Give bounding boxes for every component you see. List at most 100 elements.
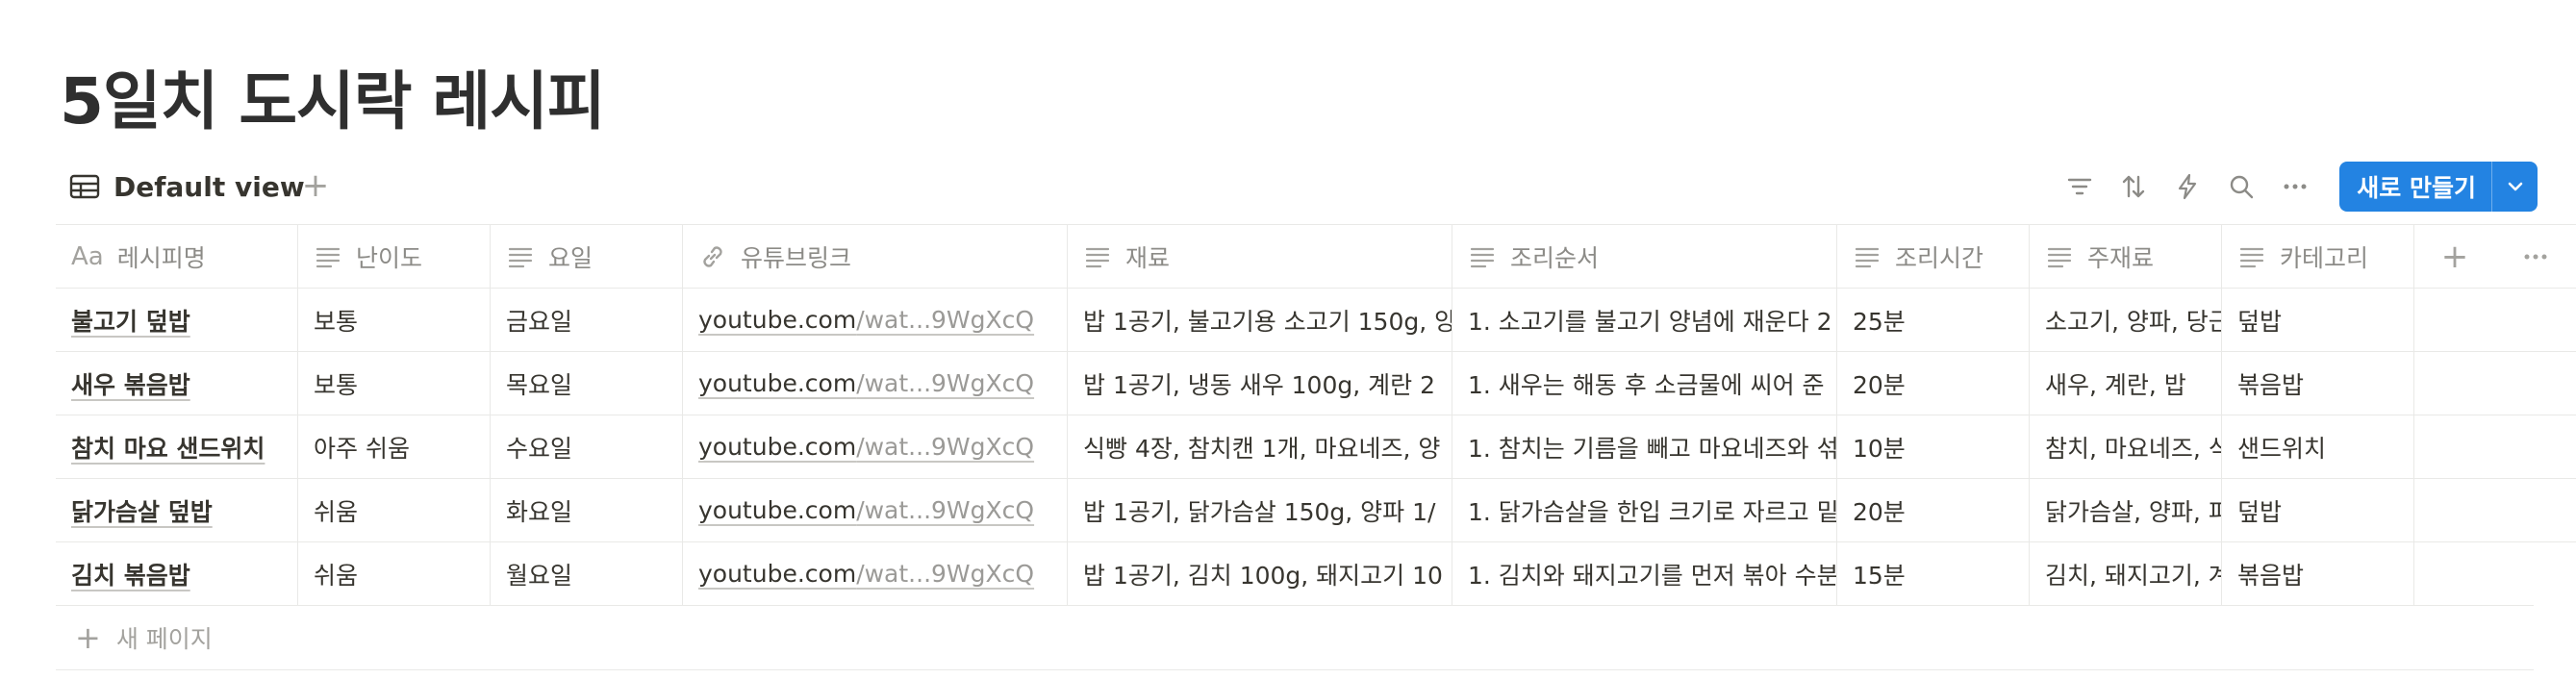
cell-difficulty[interactable]: 보통 xyxy=(298,352,491,415)
cell-ingredients[interactable]: 밥 1공기, 닭가슴살 150g, 양파 1/ xyxy=(1068,479,1452,541)
cell-recipe-name[interactable]: 새우 볶음밥 xyxy=(56,352,298,415)
cell-recipe-name[interactable]: 김치 볶음밥 xyxy=(56,542,298,605)
column-header-difficulty[interactable]: 난이도 xyxy=(298,225,491,288)
automation-button[interactable] xyxy=(2160,160,2214,214)
recipe-name[interactable]: 새우 볶음밥 xyxy=(71,366,190,401)
search-button[interactable] xyxy=(2214,160,2268,214)
link-icon xyxy=(703,245,722,267)
recipe-name[interactable]: 불고기 덮밥 xyxy=(71,303,190,338)
text-lines-icon xyxy=(2239,247,2264,267)
column-header-recipe-name[interactable]: Aa 레시피명 xyxy=(56,225,298,288)
youtube-link[interactable]: youtube.com/wat...9WgXcQ xyxy=(698,306,1034,334)
cell-recipe-name[interactable]: 불고기 덮밥 xyxy=(56,289,298,351)
new-button-dropdown[interactable] xyxy=(2491,162,2538,212)
cell-youtube-link[interactable]: youtube.com/wat...9WgXcQ xyxy=(683,542,1068,605)
link-path: /wat...9WgXcQ xyxy=(856,306,1035,334)
cell-cook-time[interactable]: 20분 xyxy=(1837,352,2030,415)
link-path: /wat...9WgXcQ xyxy=(856,496,1035,524)
link-host: youtube.com xyxy=(698,433,857,461)
cell-day[interactable]: 월요일 xyxy=(491,542,683,605)
cell-youtube-link[interactable]: youtube.com/wat...9WgXcQ xyxy=(683,479,1068,541)
column-header-steps[interactable]: 조리순서 xyxy=(1452,225,1837,288)
youtube-link[interactable]: youtube.com/wat...9WgXcQ xyxy=(698,496,1034,524)
cell-difficulty[interactable]: 쉬움 xyxy=(298,542,491,605)
table-row[interactable]: 닭가슴살 덮밥 쉬움 화요일 youtube.com/wat...9WgXcQ … xyxy=(56,478,2576,541)
cell-cook-time[interactable]: 20분 xyxy=(1837,479,2030,541)
cell-steps[interactable]: 1. 참치는 기름을 빼고 마요네즈와 섞 xyxy=(1452,415,1837,478)
column-label: 카테고리 xyxy=(2280,243,2369,272)
cell-category[interactable]: 샌드위치 xyxy=(2222,415,2414,478)
filter-button[interactable] xyxy=(2053,160,2107,214)
column-header-category[interactable]: 카테고리 xyxy=(2222,225,2414,288)
cell-main-ingredient[interactable]: 김치, 돼지고기, 계란 xyxy=(2030,542,2222,605)
youtube-link[interactable]: youtube.com/wat...9WgXcQ xyxy=(698,560,1034,588)
add-view-button[interactable]: + xyxy=(300,169,331,202)
cell-difficulty[interactable]: 보통 xyxy=(298,289,491,351)
youtube-link[interactable]: youtube.com/wat...9WgXcQ xyxy=(698,369,1034,397)
cell-difficulty[interactable]: 아주 쉬움 xyxy=(298,415,491,478)
recipe-name[interactable]: 김치 볶음밥 xyxy=(71,557,190,591)
column-label: 조리순서 xyxy=(1510,243,1600,272)
cell-cook-time[interactable]: 15분 xyxy=(1837,542,2030,605)
column-label: 주재료 xyxy=(2087,243,2155,272)
cell-day[interactable]: 목요일 xyxy=(491,352,683,415)
table-row[interactable]: 참치 마요 샌드위치 아주 쉬움 수요일 youtube.com/wat...9… xyxy=(56,415,2576,478)
cell-cook-time[interactable]: 10분 xyxy=(1837,415,2030,478)
title-aa-icon: Aa xyxy=(71,241,104,271)
cell-main-ingredient[interactable]: 참치, 마요네즈, 식빵 xyxy=(2030,415,2222,478)
cell-day[interactable]: 금요일 xyxy=(491,289,683,351)
cell-category[interactable]: 덮밥 xyxy=(2222,289,2414,351)
column-header-ingredients[interactable]: 재료 xyxy=(1068,225,1452,288)
cell-difficulty[interactable]: 쉬움 xyxy=(298,479,491,541)
cell-recipe-name[interactable]: 참치 마요 샌드위치 xyxy=(56,415,298,478)
cell-main-ingredient[interactable]: 닭가슴살, 양파, 피망 xyxy=(2030,479,2222,541)
column-header-cook-time[interactable]: 조리시간 xyxy=(1837,225,2030,288)
cell-main-ingredient[interactable]: 새우, 계란, 밥 xyxy=(2030,352,2222,415)
more-options-button[interactable] xyxy=(2268,160,2322,214)
column-header-day[interactable]: 요일 xyxy=(491,225,683,288)
youtube-link[interactable]: youtube.com/wat...9WgXcQ xyxy=(698,433,1034,461)
text-lines-icon xyxy=(1470,247,1495,267)
database-table: Aa 레시피명 난이도 요일 유튜브링크 재료 조리순서 조리시간 주재료 카테… xyxy=(56,224,2576,670)
property-options-button[interactable] xyxy=(2495,225,2576,288)
table-view-icon xyxy=(69,174,100,199)
add-property-button[interactable]: + xyxy=(2414,225,2495,288)
column-label: 레시피명 xyxy=(116,243,206,272)
page-title[interactable]: 5일치 도시락 레시피 xyxy=(60,50,606,142)
column-label: 재료 xyxy=(1125,243,1171,272)
cell-day[interactable]: 수요일 xyxy=(491,415,683,478)
table-row[interactable]: 김치 볶음밥 쉬움 월요일 youtube.com/wat...9WgXcQ 밥… xyxy=(56,541,2576,605)
cell-ingredients[interactable]: 밥 1공기, 김치 100g, 돼지고기 10 xyxy=(1068,542,1452,605)
recipe-name[interactable]: 닭가슴살 덮밥 xyxy=(71,493,213,528)
cell-youtube-link[interactable]: youtube.com/wat...9WgXcQ xyxy=(683,289,1068,351)
column-header-main-ingredient[interactable]: 주재료 xyxy=(2030,225,2222,288)
recipe-name[interactable]: 참치 마요 샌드위치 xyxy=(71,430,265,465)
ellipsis-icon xyxy=(2284,184,2307,189)
link-path: /wat...9WgXcQ xyxy=(856,369,1035,397)
cell-steps[interactable]: 1. 소고기를 불고기 양념에 재운다 2 xyxy=(1452,289,1837,351)
cell-steps[interactable]: 1. 김치와 돼지고기를 먼저 볶아 수분 xyxy=(1452,542,1837,605)
cell-youtube-link[interactable]: youtube.com/wat...9WgXcQ xyxy=(683,415,1068,478)
cell-ingredients[interactable]: 식빵 4장, 참치캔 1개, 마요네즈, 양 xyxy=(1068,415,1452,478)
cell-category[interactable]: 덮밥 xyxy=(2222,479,2414,541)
link-host: youtube.com xyxy=(698,306,857,334)
new-page-button[interactable]: + 새 페이지 xyxy=(56,605,2534,670)
new-button-label[interactable]: 새로 만들기 xyxy=(2339,162,2491,212)
cell-cook-time[interactable]: 25분 xyxy=(1837,289,2030,351)
cell-steps[interactable]: 1. 닭가슴살을 한입 크기로 자르고 밑 xyxy=(1452,479,1837,541)
cell-youtube-link[interactable]: youtube.com/wat...9WgXcQ xyxy=(683,352,1068,415)
cell-ingredients[interactable]: 밥 1공기, 불고기용 소고기 150g, 양 xyxy=(1068,289,1452,351)
column-header-youtube-link[interactable]: 유튜브링크 xyxy=(683,225,1068,288)
sort-button[interactable] xyxy=(2107,160,2160,214)
cell-category[interactable]: 볶음밥 xyxy=(2222,542,2414,605)
cell-category[interactable]: 볶음밥 xyxy=(2222,352,2414,415)
table-row[interactable]: 새우 볶음밥 보통 목요일 youtube.com/wat...9WgXcQ 밥… xyxy=(56,351,2576,415)
cell-main-ingredient[interactable]: 소고기, 양파, 당근 xyxy=(2030,289,2222,351)
table-row[interactable]: 불고기 덮밥 보통 금요일 youtube.com/wat...9WgXcQ 밥… xyxy=(56,288,2576,351)
sort-arrows-icon xyxy=(2123,175,2145,198)
cell-ingredients[interactable]: 밥 1공기, 냉동 새우 100g, 계란 2 xyxy=(1068,352,1452,415)
cell-day[interactable]: 화요일 xyxy=(491,479,683,541)
cell-recipe-name[interactable]: 닭가슴살 덮밥 xyxy=(56,479,298,541)
tab-default-view[interactable]: Default view xyxy=(69,160,305,214)
cell-steps[interactable]: 1. 새우는 해동 후 소금물에 씨어 준 xyxy=(1452,352,1837,415)
